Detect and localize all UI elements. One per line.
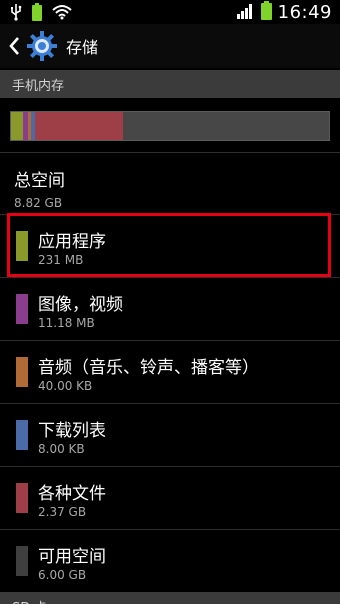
battery-icon <box>260 1 272 24</box>
storage-item-audio[interactable]: 音频（音乐、铃声、播客等） 40.00 KB <box>0 341 340 403</box>
usage-segment-misc <box>35 112 123 140</box>
status-right-icons: 16:49 <box>236 1 332 24</box>
usb-icon <box>10 3 22 25</box>
color-swatch <box>16 357 28 387</box>
usage-segment-free <box>123 112 329 140</box>
storage-item-size: 40.00 KB <box>38 379 93 393</box>
storage-item-size: 6.00 GB <box>38 568 87 582</box>
section-header-sd-card: SD 卡 <box>0 592 340 604</box>
total-space: 总空间 8.82 GB <box>14 166 65 210</box>
total-space-value: 8.82 GB <box>14 196 63 210</box>
status-bar: 16:49 <box>0 0 340 24</box>
storage-item-free-space: 可用空间 6.00 GB <box>0 530 340 592</box>
storage-item-misc-files[interactable]: 各种文件 2.37 GB <box>0 467 340 529</box>
storage-item-size: 8.00 KB <box>38 442 85 456</box>
storage-item-label: 可用空间 <box>38 547 106 567</box>
back-arrow-icon[interactable] <box>8 34 22 58</box>
storage-item-label: 图像，视频 <box>38 295 123 315</box>
section-header-internal: 手机内存 <box>0 70 340 98</box>
status-left-icons <box>10 3 72 25</box>
storage-item-label: 各种文件 <box>38 484 106 504</box>
storage-usage-bar <box>10 111 330 141</box>
page-title: 存储 <box>66 38 99 57</box>
status-clock: 16:49 <box>277 2 332 23</box>
storage-item-size: 2.37 GB <box>38 505 87 519</box>
storage-item-images-videos[interactable]: 图像，视频 11.18 MB <box>0 278 340 340</box>
color-swatch <box>16 546 28 576</box>
signal-icon <box>236 3 255 23</box>
color-swatch <box>16 420 28 450</box>
highlight-box <box>7 213 331 277</box>
action-bar: 存储 <box>0 24 340 68</box>
battery-small-icon <box>32 3 42 25</box>
color-swatch <box>16 483 28 513</box>
storage-item-label: 音频（音乐、铃声、播客等） <box>38 358 259 378</box>
storage-item-downloads[interactable]: 下载列表 8.00 KB <box>0 404 340 466</box>
storage-item-size: 11.18 MB <box>38 316 95 330</box>
wifi-icon <box>52 4 72 24</box>
color-swatch <box>16 294 28 324</box>
storage-item-label: 下载列表 <box>38 421 106 441</box>
divider <box>0 152 340 153</box>
total-space-label: 总空间 <box>14 171 65 191</box>
gear-icon[interactable] <box>26 30 58 62</box>
usage-segment-apps <box>11 112 23 140</box>
